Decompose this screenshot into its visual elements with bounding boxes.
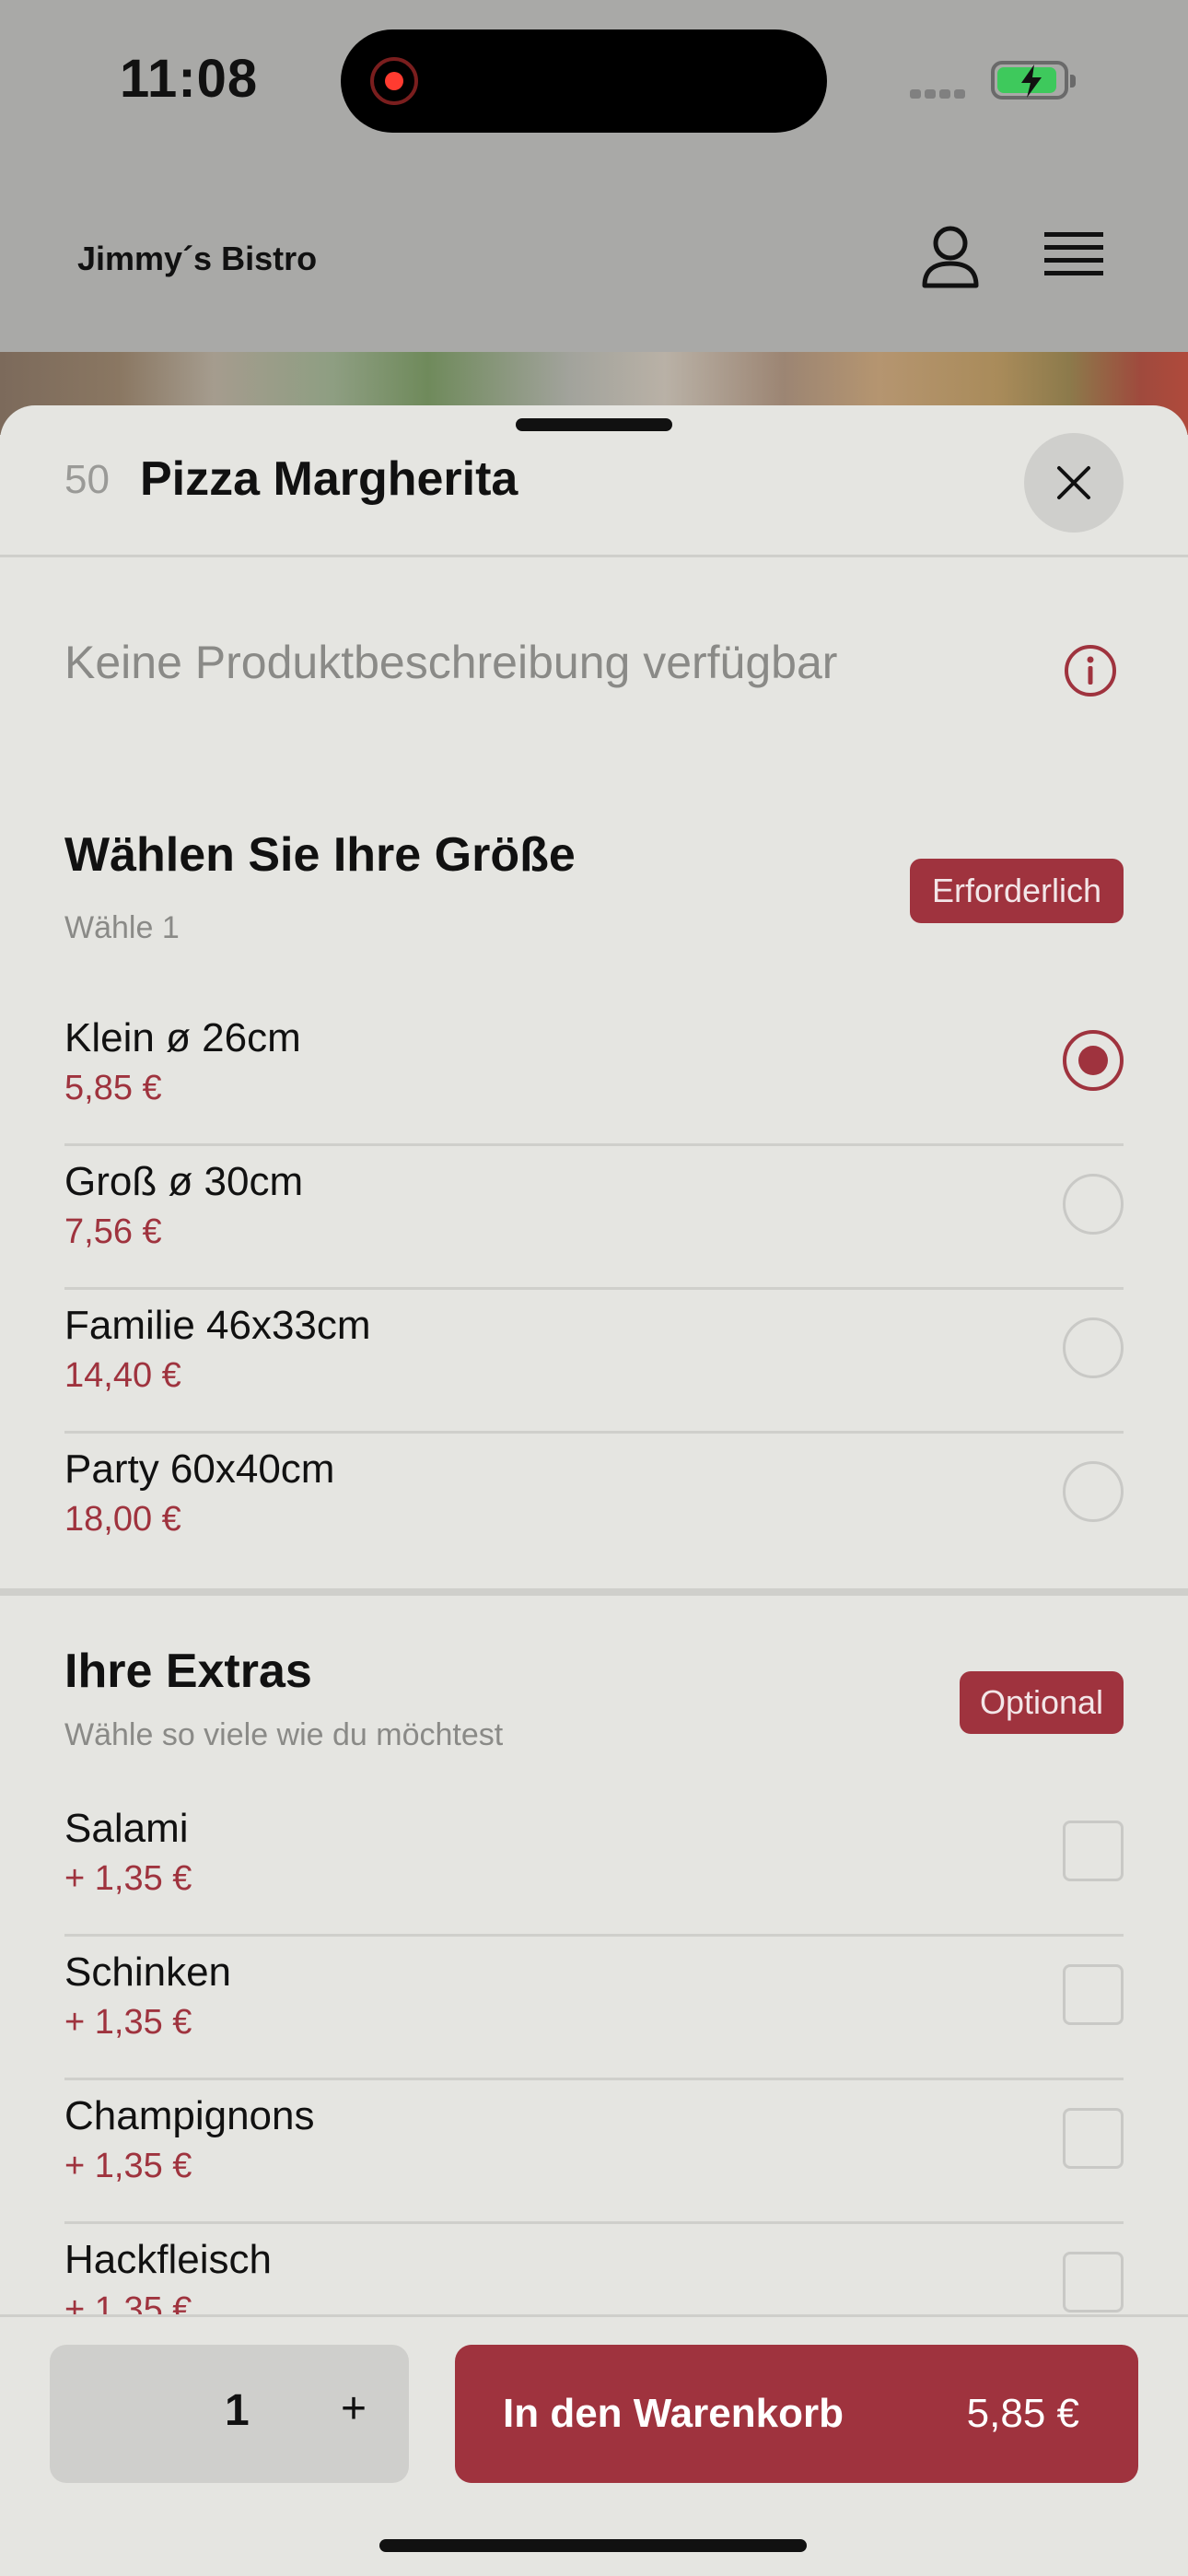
- radio-unselected[interactable]: [1063, 1461, 1124, 1522]
- option-name: Schinken: [64, 1950, 232, 1995]
- product-description: Keine Produktbeschreibung verfügbar: [64, 637, 838, 688]
- extras-section-title: Ihre Extras: [64, 1645, 312, 1698]
- section-divider: [0, 1588, 1188, 1596]
- cart-button-amount: 5,85 €: [966, 2391, 1079, 2436]
- option-price: + 1,35 €: [64, 2147, 192, 2185]
- checkbox[interactable]: [1063, 1821, 1124, 1881]
- option-name: Groß ø 30cm: [64, 1159, 304, 1204]
- header-divider: [0, 555, 1188, 557]
- checkbox[interactable]: [1063, 1964, 1124, 2025]
- size-section-subtitle: Wähle 1: [64, 910, 180, 945]
- quantity-stepper[interactable]: 1 +: [50, 2345, 409, 2483]
- radio-unselected[interactable]: [1063, 1174, 1124, 1235]
- radio-selected[interactable]: [1063, 1030, 1124, 1091]
- option-name: Salami: [64, 1806, 189, 1851]
- dynamic-island: [341, 29, 827, 133]
- info-icon[interactable]: [1063, 643, 1118, 698]
- sheet-grabber[interactable]: [516, 418, 672, 431]
- quantity-value: 1: [225, 2386, 250, 2435]
- option-name: Party 60x40cm: [64, 1446, 335, 1492]
- product-sheet: 50 Pizza Margherita Keine Produktbeschre…: [0, 405, 1188, 2576]
- size-option[interactable]: Familie 46x33cm 14,40 €: [64, 1290, 1124, 1434]
- add-to-cart-button[interactable]: In den Warenkorb 5,85 €: [455, 2345, 1138, 2483]
- battery-icon: [991, 61, 1076, 100]
- signal-icon: [910, 87, 971, 99]
- required-badge: Erforderlich: [910, 859, 1124, 923]
- status-time: 11:08: [120, 49, 259, 109]
- size-option[interactable]: Klein ø 26cm 5,85 €: [64, 1002, 1124, 1146]
- recording-icon: [370, 57, 418, 105]
- profile-icon[interactable]: [915, 221, 985, 291]
- close-button[interactable]: [1024, 433, 1124, 533]
- cart-button-label: In den Warenkorb: [503, 2391, 844, 2436]
- option-price: 18,00 €: [64, 1500, 181, 1539]
- size-option[interactable]: Groß ø 30cm 7,56 €: [64, 1146, 1124, 1290]
- option-price: + 1,35 €: [64, 2003, 192, 2042]
- bottom-action-bar: 1 + In den Warenkorb 5,85 €: [0, 2314, 1188, 2576]
- hamburger-menu-icon[interactable]: [1042, 228, 1107, 284]
- option-price: 14,40 €: [64, 1356, 181, 1395]
- extras-section-subtitle: Wähle so viele wie du möchtest: [64, 1717, 504, 1752]
- size-section-title: Wählen Sie Ihre Größe: [64, 828, 576, 882]
- option-price: + 1,35 €: [64, 1859, 192, 1898]
- checkbox[interactable]: [1063, 2108, 1124, 2169]
- home-indicator[interactable]: [379, 2539, 807, 2552]
- product-number: 50: [64, 457, 110, 502]
- checkbox[interactable]: [1063, 2252, 1124, 2313]
- extra-option[interactable]: Schinken + 1,35 €: [64, 1937, 1124, 2080]
- option-name: Klein ø 26cm: [64, 1015, 301, 1060]
- option-price: 5,85 €: [64, 1069, 162, 1107]
- option-name: Champignons: [64, 2093, 315, 2138]
- product-title: Pizza Margherita: [140, 452, 518, 506]
- option-price: 7,56 €: [64, 1212, 162, 1251]
- size-option[interactable]: Party 60x40cm 18,00 €: [64, 1434, 1124, 1577]
- optional-badge: Optional: [960, 1671, 1124, 1734]
- option-name: Hackfleisch: [64, 2237, 272, 2282]
- close-icon: [1057, 466, 1090, 499]
- extra-option[interactable]: Salami + 1,35 €: [64, 1793, 1124, 1937]
- extra-option[interactable]: Champignons + 1,35 €: [64, 2080, 1124, 2224]
- brand-name[interactable]: Jimmy´s Bistro: [77, 240, 317, 278]
- option-name: Familie 46x33cm: [64, 1303, 371, 1348]
- plus-button[interactable]: +: [326, 2382, 381, 2437]
- radio-unselected[interactable]: [1063, 1317, 1124, 1378]
- app-screen: 11:08 Jimmy´s Bistro 50 Pizza Margherita…: [0, 0, 1188, 2576]
